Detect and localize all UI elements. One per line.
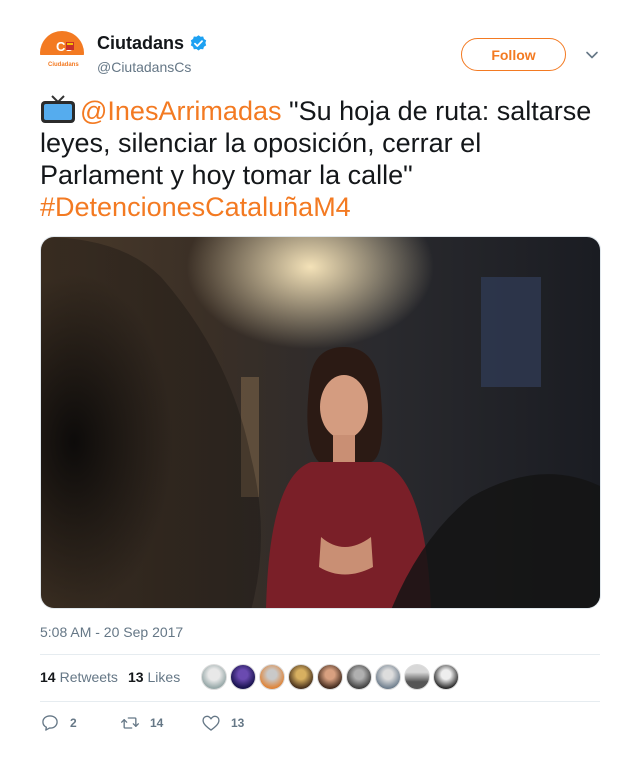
chevron-down-icon[interactable] [585, 48, 599, 62]
liker-avatars [201, 664, 459, 690]
likes-count: 13 [127, 669, 144, 685]
liker-avatar[interactable] [317, 664, 343, 690]
verified-badge-icon [190, 35, 207, 51]
retweet-count: 14 [150, 716, 164, 730]
divider-bottom [40, 701, 600, 702]
television-icon [41, 95, 75, 123]
tweet-text: @InesArrimadas "Su hoja de ruta: saltars… [40, 94, 610, 223]
retweets-stat[interactable]: 14 Retweets [40, 669, 118, 685]
logo-subtext: Ciudadans [48, 62, 79, 68]
retweet-button[interactable]: 14 [120, 713, 201, 733]
divider-top [40, 654, 600, 655]
reply-count: 2 [70, 716, 77, 730]
reply-icon [42, 715, 58, 731]
retweets-count: 14 [40, 669, 56, 685]
account-name-text: Ciutadans [97, 33, 185, 53]
like-count: 13 [231, 716, 245, 730]
follow-button[interactable]: Follow [461, 38, 566, 71]
account-handle[interactable]: @CiutadansCs [97, 59, 191, 75]
tweet-photo[interactable] [40, 236, 601, 609]
reply-button[interactable]: 2 [40, 713, 120, 733]
retweet-icon [121, 717, 139, 729]
likes-label: Likes [147, 669, 181, 685]
like-button[interactable]: 13 [201, 713, 244, 733]
hashtag-link[interactable]: #DetencionesCataluñaM4 [40, 192, 351, 222]
liker-avatar[interactable] [259, 664, 285, 690]
liker-avatar[interactable] [375, 664, 401, 690]
tweet-timestamp[interactable]: 5:08 AM - 20 Sep 2017 [40, 624, 183, 640]
tweet-actions: 2 14 13 [40, 713, 244, 733]
liker-avatar[interactable] [201, 664, 227, 690]
mention-link[interactable]: @InesArrimadas [80, 96, 281, 126]
liker-avatar[interactable] [404, 664, 430, 690]
heart-icon [202, 715, 220, 731]
liker-avatar[interactable] [346, 664, 372, 690]
account-name[interactable]: Ciutadans [97, 33, 208, 54]
retweets-label: Retweets [59, 669, 118, 685]
liker-avatar[interactable] [288, 664, 314, 690]
engagement-stats: 14 Retweets 13 Likes [40, 669, 180, 685]
likes-stat[interactable]: 13 Likes [128, 669, 180, 685]
liker-avatar[interactable] [433, 664, 459, 690]
profile-avatar[interactable]: Cs Ciudadans [40, 31, 84, 75]
liker-avatar[interactable] [230, 664, 256, 690]
